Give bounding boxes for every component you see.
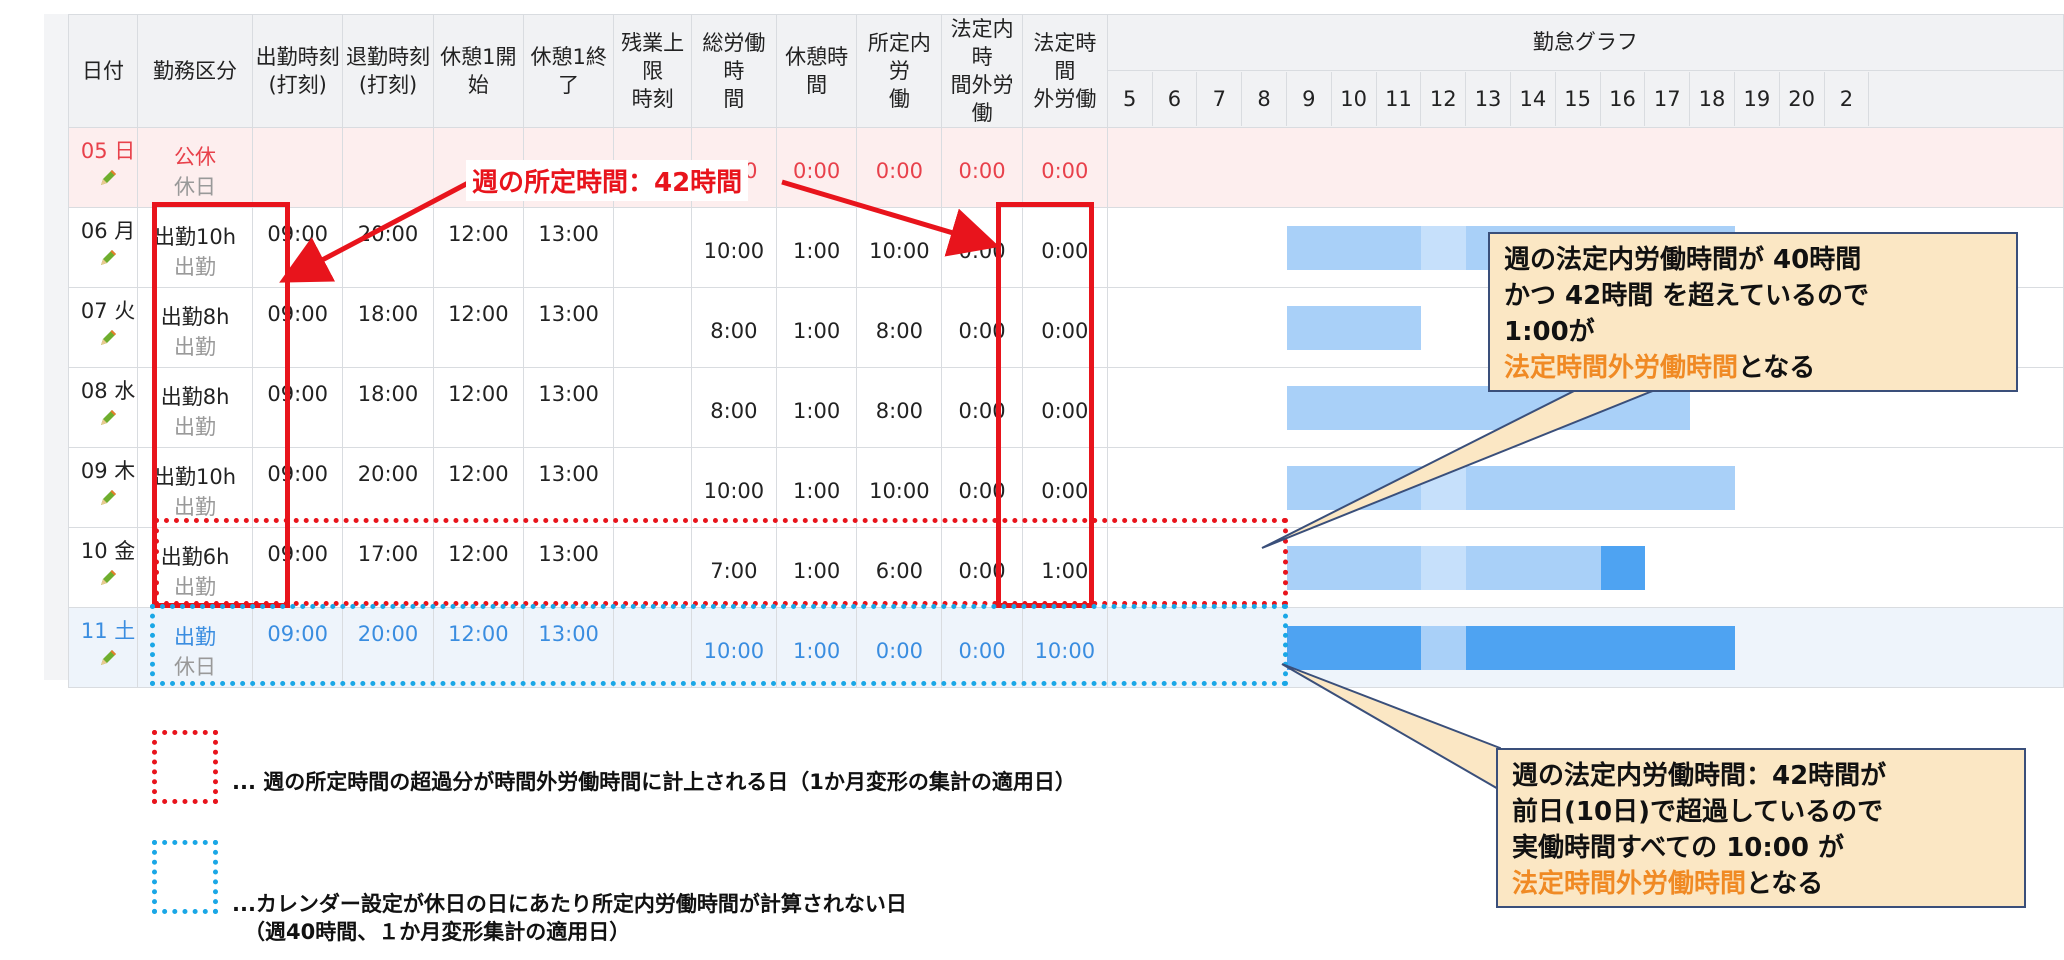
weekly-scheduled-hours-label: 週の所定時間：42時間	[466, 160, 749, 201]
callout-overtime-saturday: 週の法定内労働時間：42時間が 前日(10日)で超過しているので 実働時間すべて…	[1496, 748, 2026, 908]
callout-overtime-friday: 週の法定内労働時間が 40時間 かつ 42時間 を超えているので 1:00が 法…	[1488, 232, 2018, 392]
legend-red-text: ... 週の所定時間の超過分が時間外労働時間に計上される日（1か月変形の集計の適…	[232, 770, 1076, 794]
arrow-to-work-type	[279, 179, 472, 283]
callout1-pointer	[1261, 387, 1661, 549]
arrow-to-scheduled-work	[781, 179, 1000, 257]
legend-blue-swatch	[152, 840, 218, 914]
callout2-pointer	[1281, 663, 1501, 792]
legend-blue-text-1: ...カレンダー設定が休日の日にあたり所定内労働時間が計算されない日	[232, 892, 907, 916]
legend-blue-text-2: （週40時間、１か月変形集計の適用日）	[244, 920, 631, 944]
legend-red-swatch	[152, 730, 218, 804]
